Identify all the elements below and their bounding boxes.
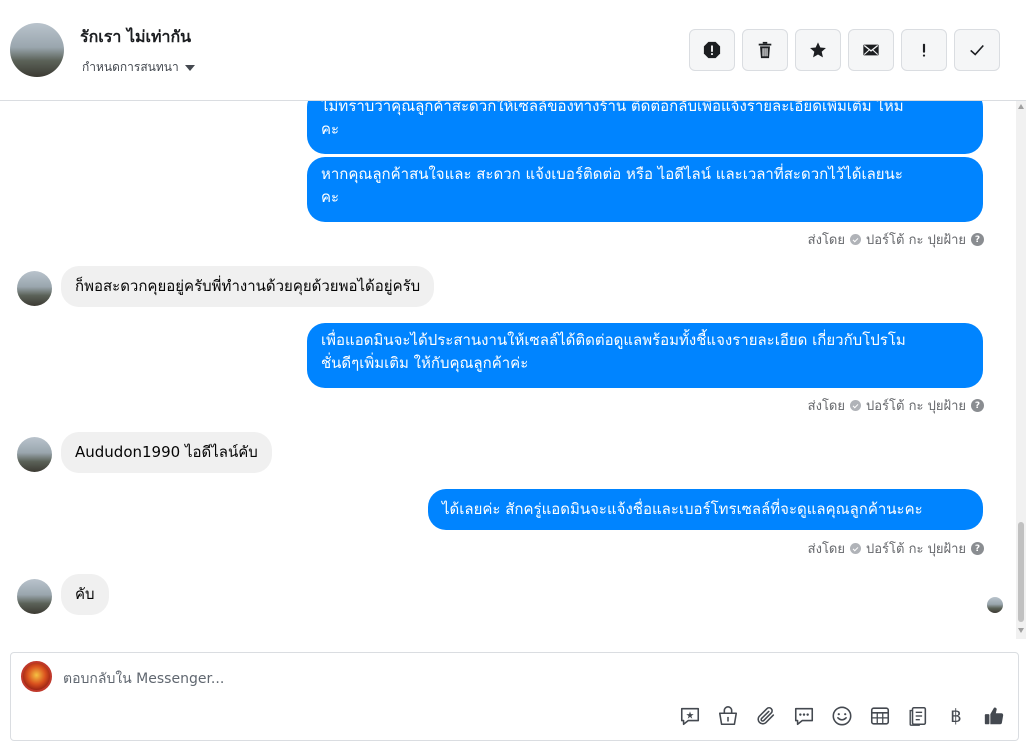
sent-by-line: ส่งโดย ปอร์โต้ กะ ปุยฝ้าย ? bbox=[808, 229, 984, 250]
incoming-message[interactable]: Aududon1990 ไอดีไลน์คับ bbox=[61, 432, 272, 473]
like-button[interactable] bbox=[982, 704, 1006, 728]
message-text-line: คะ bbox=[321, 188, 340, 206]
message-thread: ไม่ทราบว่าคุณลูกค้าสะดวกให้เซลล์ของทางร้… bbox=[0, 101, 1016, 639]
conversation-toolbar bbox=[689, 29, 1000, 71]
contact-avatar[interactable] bbox=[17, 271, 52, 306]
report-button[interactable] bbox=[689, 29, 735, 71]
exclamation-icon bbox=[922, 43, 926, 57]
message-text: ได้เลยค่ะ สักครู่แอดมินจะแจ้งชื่อและเบอร… bbox=[442, 500, 923, 518]
verified-check-icon bbox=[850, 234, 861, 245]
done-button[interactable] bbox=[954, 29, 1000, 71]
incoming-message[interactable]: ก็พอสะดวกคุยอยู่ครับพี่ทำงานด้วยคุยด้วยพ… bbox=[61, 266, 435, 307]
help-icon[interactable]: ? bbox=[971, 233, 984, 246]
message-text-line: เพื่อแอดมินจะได้ประสานงานให้เซลล์ได้ติดต… bbox=[321, 331, 906, 349]
assign-conversation-label: กำหนดการสนทนา bbox=[82, 60, 179, 74]
saved-replies-icon bbox=[794, 707, 814, 726]
saved-replies-button[interactable] bbox=[792, 704, 816, 728]
table-button[interactable] bbox=[868, 704, 892, 728]
sent-by-label: ส่งโดย bbox=[807, 233, 845, 248]
sent-by-line: ส่งโดย ปอร์โต้ กะ ปุยฝ้าย ? bbox=[808, 395, 984, 416]
outgoing-message[interactable]: เพื่อแอดมินจะได้ประสานงานให้เซลล์ได้ติดต… bbox=[307, 323, 983, 388]
message-text-line: คะ bbox=[321, 120, 340, 138]
sent-by-label: ส่งโดย bbox=[807, 542, 845, 557]
verified-check-icon bbox=[850, 543, 861, 554]
contact-avatar[interactable] bbox=[17, 437, 52, 472]
spam-button[interactable] bbox=[901, 29, 947, 71]
outgoing-message[interactable]: ได้เลยค่ะ สักครู่แอดมินจะแจ้งชื่อและเบอร… bbox=[428, 489, 983, 530]
quick-reply-button[interactable] bbox=[678, 704, 702, 728]
like-icon bbox=[984, 707, 1004, 725]
contact-avatar[interactable] bbox=[17, 579, 52, 614]
shop-bag-icon bbox=[718, 706, 738, 726]
outgoing-message[interactable]: ไม่ทราบว่าคุณลูกค้าสะดวกให้เซลล์ของทางร้… bbox=[307, 101, 983, 154]
payment-button[interactable]: ฿ bbox=[944, 704, 968, 728]
message-text-line: หากคุณลูกค้าสนใจและ สะดวก แจ้งเบอร์ติดต่… bbox=[321, 165, 903, 183]
caret-down-icon bbox=[184, 64, 195, 71]
emoji-icon bbox=[832, 706, 852, 726]
conversation-header: รักเรา ไม่เท่ากัน กำหนดการสนทนา bbox=[0, 0, 1026, 101]
delete-button[interactable] bbox=[742, 29, 788, 71]
help-icon[interactable]: ? bbox=[971, 542, 984, 555]
incoming-message[interactable]: คับ bbox=[61, 574, 109, 615]
seen-indicator-avatar bbox=[987, 597, 1003, 613]
help-icon[interactable]: ? bbox=[971, 399, 984, 412]
message-text: Aududon1990 ไอดีไลน์คับ bbox=[75, 443, 258, 461]
sent-by-line: ส่งโดย ปอร์โต้ กะ ปุยฝ้าย ? bbox=[808, 538, 984, 559]
sender-name[interactable]: ปอร์โต้ กะ ปุยฝ้าย bbox=[866, 229, 966, 250]
scrollbar-thumb[interactable] bbox=[1018, 522, 1024, 622]
shop-button[interactable] bbox=[716, 704, 740, 728]
table-icon bbox=[870, 707, 890, 725]
verified-check-icon bbox=[850, 400, 861, 411]
scroll-down-arrow-icon[interactable] bbox=[1018, 628, 1024, 633]
star-icon bbox=[810, 42, 826, 58]
scroll-up-arrow-icon[interactable] bbox=[1018, 104, 1024, 109]
sender-name[interactable]: ปอร์โต้ กะ ปุยฝ้าย bbox=[866, 395, 966, 416]
mark-unread-button[interactable] bbox=[848, 29, 894, 71]
sent-by-label: ส่งโดย bbox=[807, 399, 845, 414]
message-text: ก็พอสะดวกคุยอยู่ครับพี่ทำงานด้วยคุยด้วยพ… bbox=[75, 277, 421, 295]
contact-avatar[interactable] bbox=[10, 23, 64, 77]
attachment-icon bbox=[757, 707, 775, 725]
trash-icon bbox=[758, 41, 772, 59]
contact-name[interactable]: รักเรา ไม่เท่ากัน bbox=[80, 25, 191, 50]
quick-reply-icon bbox=[680, 707, 700, 726]
composer-toolbar: ฿ bbox=[678, 704, 1006, 728]
page-avatar bbox=[21, 661, 52, 692]
emoji-button[interactable] bbox=[830, 704, 854, 728]
check-icon bbox=[970, 44, 984, 56]
reply-input[interactable] bbox=[63, 668, 963, 690]
assign-conversation-dropdown[interactable]: กำหนดการสนทนา bbox=[82, 58, 195, 77]
message-text-line: ชั่นดีๆเพิ่มเติม ให้กับคุณลูกค้าค่ะ bbox=[321, 354, 529, 372]
message-text: คับ bbox=[75, 585, 95, 603]
message-text-line: ไม่ทราบว่าคุณลูกค้าสะดวกให้เซลล์ของทางร้… bbox=[321, 101, 904, 115]
baht-icon: ฿ bbox=[950, 705, 962, 727]
notes-icon bbox=[909, 706, 927, 726]
sender-name[interactable]: ปอร์โต้ กะ ปุยฝ้าย bbox=[866, 538, 966, 559]
envelope-icon bbox=[863, 44, 879, 56]
report-icon bbox=[703, 41, 721, 59]
star-button[interactable] bbox=[795, 29, 841, 71]
outgoing-message[interactable]: หากคุณลูกค้าสนใจและ สะดวก แจ้งเบอร์ติดต่… bbox=[307, 157, 983, 222]
attach-button[interactable] bbox=[754, 704, 778, 728]
notes-button[interactable] bbox=[906, 704, 930, 728]
reply-composer: ฿ bbox=[10, 652, 1019, 741]
